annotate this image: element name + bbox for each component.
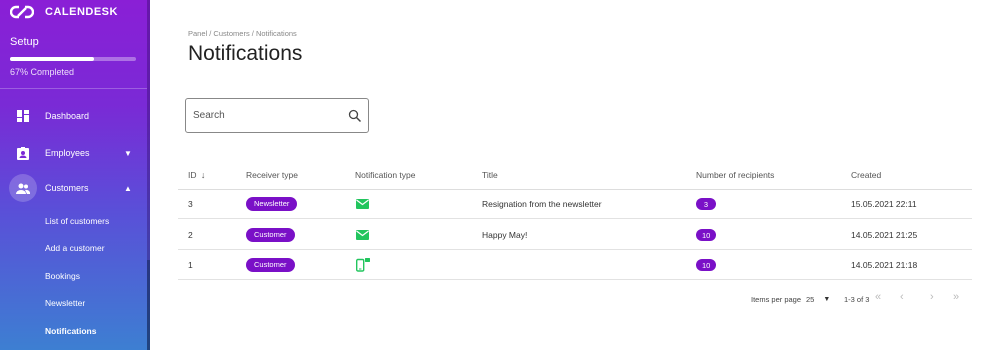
sidebar-subitem-list-of-customers[interactable]: List of customers xyxy=(45,216,109,226)
recipients-count-chip: 10 xyxy=(696,229,717,241)
column-header-created[interactable]: Created xyxy=(851,170,881,180)
items-per-page-value: 25 xyxy=(806,294,815,304)
cell-created: 14.05.2021 21:18 xyxy=(851,260,918,270)
column-header-receiver-type[interactable]: Receiver type xyxy=(246,170,298,180)
column-header-title[interactable]: Title xyxy=(482,170,498,180)
sidebar: CALENDESK Setup 67% Completed Dashboard … xyxy=(0,0,150,350)
search-field[interactable] xyxy=(185,98,369,133)
table-row[interactable]: 3 Newsletter Resignation from the newsle… xyxy=(178,189,972,219)
cell-receiver-type: Customer xyxy=(246,220,295,250)
cell-id: 1 xyxy=(188,260,193,270)
search-input[interactable] xyxy=(193,110,343,121)
column-header-notification-type[interactable]: Notification type xyxy=(355,170,415,180)
calendesk-logo-icon xyxy=(10,5,34,19)
cell-receiver-type: Newsletter xyxy=(246,189,298,219)
chevron-down-icon: ▼ xyxy=(124,148,132,158)
chevron-up-icon: ▲ xyxy=(124,183,132,193)
sidebar-item-label: Employees xyxy=(45,148,90,158)
dashboard-icon xyxy=(16,109,30,123)
sidebar-scrollbar-thumb[interactable] xyxy=(147,260,150,350)
breadcrumb: Panel / Customers / Notifications xyxy=(188,29,297,38)
receiver-type-chip: Customer xyxy=(246,228,295,242)
column-header-id[interactable]: ID ↓ xyxy=(188,170,205,180)
items-per-page-select[interactable]: 25 ▼ xyxy=(806,292,830,306)
search-icon[interactable] xyxy=(348,109,362,123)
page-title: Notifications xyxy=(188,42,303,65)
table-row[interactable]: 2 Customer Happy May! 10 14.05.2021 21:2… xyxy=(178,220,972,250)
arrow-down-icon: ↓ xyxy=(200,170,206,180)
setup-status: 67% Completed xyxy=(10,67,75,77)
recipients-count-chip: 3 xyxy=(696,198,716,210)
cell-title: Happy May! xyxy=(482,230,528,240)
cell-recipients: 10 xyxy=(696,220,717,250)
sidebar-subitem-add-customer[interactable]: Add a customer xyxy=(45,243,105,253)
items-per-page-label: Items per page xyxy=(751,294,802,304)
setup-progress-fill xyxy=(10,57,95,61)
cell-recipients: 3 xyxy=(696,189,716,219)
cell-recipients: 10 xyxy=(696,250,717,280)
sidebar-item-employees[interactable]: Employees ▼ xyxy=(0,139,147,167)
setup-progress-bar xyxy=(10,57,136,61)
logo-text: CALENDESK xyxy=(45,6,118,18)
cell-title: Resignation from the newsletter xyxy=(482,199,602,209)
sidebar-item-label: Customers xyxy=(45,183,89,193)
sidebar-divider xyxy=(0,88,147,89)
last-page-icon[interactable]: » xyxy=(953,291,959,303)
email-icon xyxy=(356,230,369,240)
receiver-type-chip: Newsletter xyxy=(246,197,298,211)
sidebar-item-dashboard[interactable]: Dashboard xyxy=(0,102,147,130)
sms-icon xyxy=(356,258,370,272)
sidebar-scrollbar[interactable] xyxy=(147,0,150,260)
previous-page-icon[interactable]: ‹ xyxy=(900,291,904,303)
sidebar-subitem-newsletter[interactable]: Newsletter xyxy=(45,298,85,308)
sidebar-item-label: Dashboard xyxy=(45,111,90,121)
employee-badge-icon xyxy=(16,146,30,160)
sidebar-subitem-notifications[interactable]: Notifications xyxy=(45,326,96,336)
cell-receiver-type: Customer xyxy=(246,250,295,280)
column-header-label: ID xyxy=(188,170,197,180)
receiver-type-chip: Customer xyxy=(246,258,295,272)
cell-created: 14.05.2021 21:25 xyxy=(851,230,918,240)
email-icon xyxy=(356,199,369,209)
caret-down-icon: ▼ xyxy=(823,295,831,303)
sidebar-item-customers[interactable]: Customers ▲ xyxy=(0,174,147,202)
cell-notification-type xyxy=(356,189,369,219)
column-header-recipients[interactable]: Number of recipients xyxy=(696,170,774,180)
setup-title[interactable]: Setup xyxy=(10,36,39,48)
cell-created: 15.05.2021 22:11 xyxy=(851,199,917,209)
sidebar-subitem-bookings[interactable]: Bookings xyxy=(45,271,80,281)
pagination-range: 1-3 of 3 xyxy=(844,294,870,304)
next-page-icon[interactable]: › xyxy=(930,291,934,303)
people-icon xyxy=(16,181,30,195)
logo[interactable]: CALENDESK xyxy=(10,4,118,20)
cell-notification-type xyxy=(356,250,370,280)
table-row[interactable]: 1 Customer 10 14.05.2021 21:18 xyxy=(178,250,972,280)
first-page-icon[interactable]: « xyxy=(875,291,881,303)
cell-notification-type xyxy=(356,220,369,250)
recipients-count-chip: 10 xyxy=(696,259,717,271)
cell-id: 2 xyxy=(188,230,193,240)
cell-id: 3 xyxy=(188,199,193,209)
